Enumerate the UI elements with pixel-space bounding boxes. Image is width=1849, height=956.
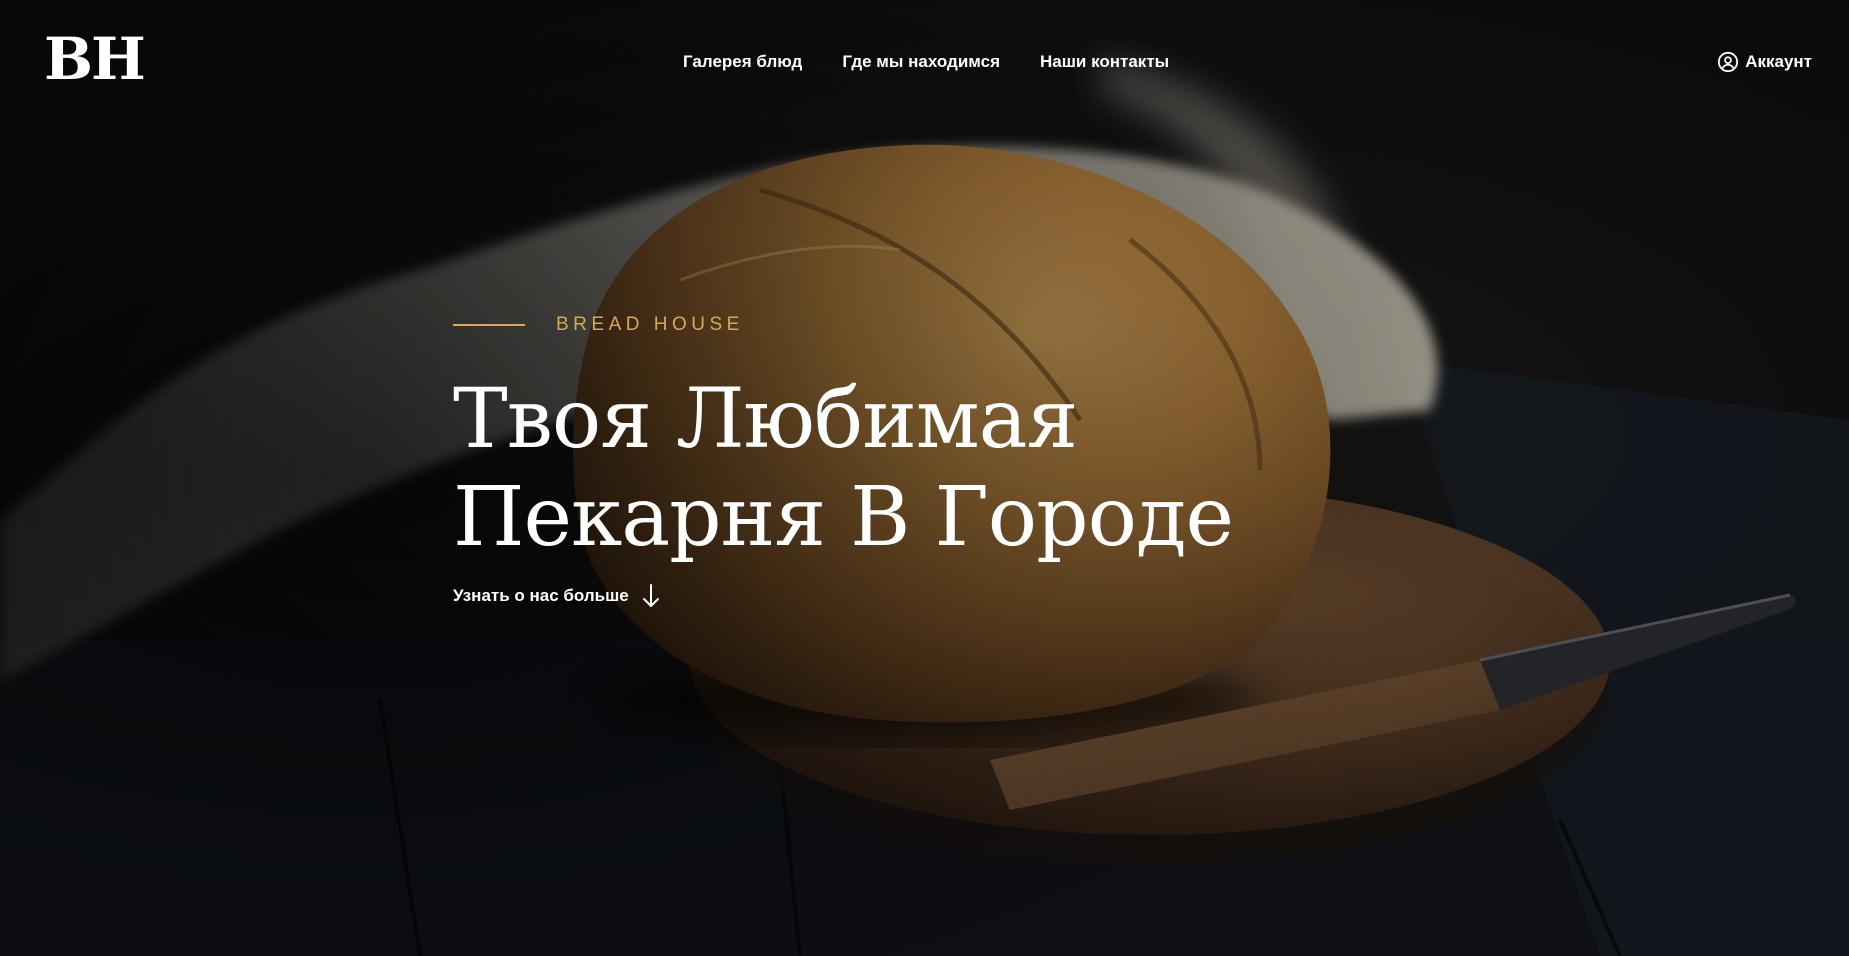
account-label: Аккаунт bbox=[1745, 52, 1812, 71]
learn-more-label: Узнать о нас больше bbox=[453, 586, 629, 605]
user-circle-icon bbox=[1718, 51, 1739, 73]
account-button[interactable]: Аккаунт bbox=[1717, 50, 1812, 74]
arrow-down-icon bbox=[642, 584, 659, 607]
learn-more-link[interactable]: Узнать о нас больше bbox=[453, 583, 661, 609]
eyebrow-text: BREAD HOUSE bbox=[556, 314, 744, 335]
hero-headline: Твоя Любимая Пекарня В Городе bbox=[453, 371, 1353, 567]
hero-eyebrow: BREAD HOUSE bbox=[453, 305, 1353, 345]
nav-link-contacts[interactable]: Наши контакты bbox=[1040, 50, 1169, 74]
main-nav: Галерея блюд Где мы находимся Наши конта… bbox=[683, 50, 1169, 74]
site-logo[interactable]: BH bbox=[44, 30, 146, 88]
hero-content: BREAD HOUSE Твоя Любимая Пекарня В Город… bbox=[453, 305, 1353, 609]
top-navigation-bar: BH Галерея блюд Где мы находимся Наши ко… bbox=[0, 0, 1849, 125]
nav-link-gallery[interactable]: Галерея блюд bbox=[683, 50, 802, 74]
hero-section: BH Галерея блюд Где мы находимся Наши ко… bbox=[0, 0, 1849, 956]
nav-link-location[interactable]: Где мы находимся bbox=[842, 50, 1000, 74]
hero-headline-line: Твоя Любимая bbox=[453, 372, 1078, 467]
eyebrow-divider-line bbox=[453, 324, 525, 326]
hero-headline-line: Пекарня В Городе bbox=[453, 470, 1234, 565]
